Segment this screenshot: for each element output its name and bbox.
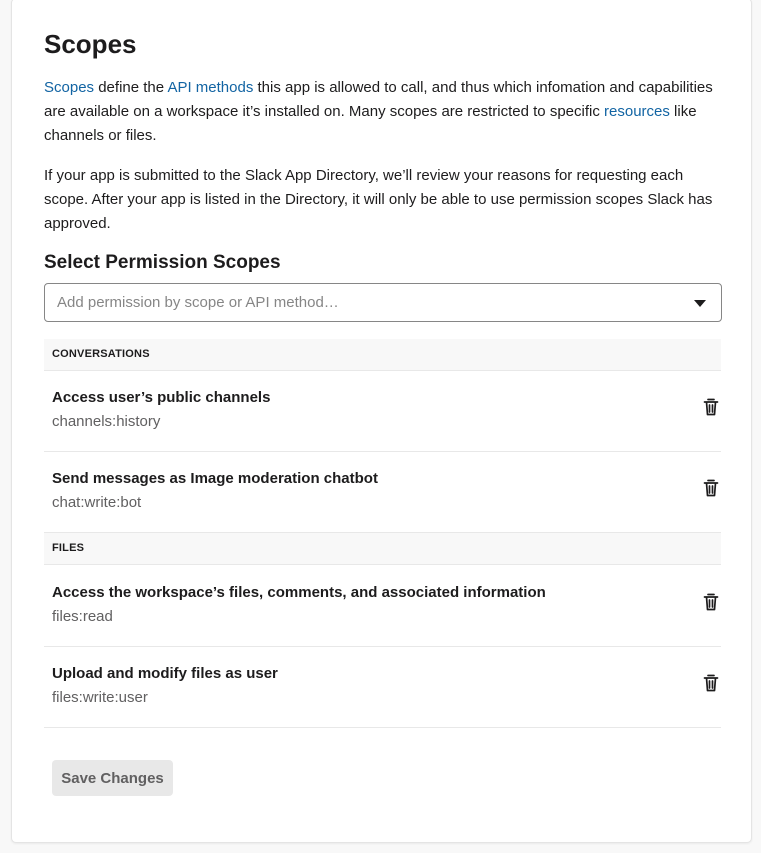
scope-title: Access user’s public channels xyxy=(52,389,271,406)
scope-row: Send messages as Image moderation chatbo… xyxy=(44,452,721,533)
scopes-intro: Scopes define the API methods this app i… xyxy=(44,76,721,148)
scopes-link[interactable]: Scopes xyxy=(44,79,94,96)
permission-scope-select[interactable]: Add permission by scope or API method… xyxy=(44,283,722,322)
scopes-card: Scopes Scopes define the API methods thi… xyxy=(11,0,752,843)
intro-text-1: define the xyxy=(94,79,168,96)
section-title: CONVERSATIONS xyxy=(52,348,150,360)
trash-icon[interactable] xyxy=(701,397,721,417)
page-title: Scopes xyxy=(44,29,137,59)
section-header-files: FILES xyxy=(44,533,721,565)
resources-link[interactable]: resources xyxy=(604,103,670,120)
save-changes-button[interactable]: Save Changes xyxy=(52,760,173,796)
scope-name: files:read xyxy=(52,608,113,625)
scope-name: channels:history xyxy=(52,413,161,430)
scope-name: chat:write:bot xyxy=(52,494,142,511)
trash-icon[interactable] xyxy=(701,673,721,693)
caret-down-icon xyxy=(694,300,706,307)
scope-title: Upload and modify files as user xyxy=(52,665,278,682)
permission-scopes-heading: Select Permission Scopes xyxy=(44,252,281,273)
select-placeholder: Add permission by scope or API method… xyxy=(57,294,339,311)
section-header-conversations: CONVERSATIONS xyxy=(44,339,721,371)
scope-name: files:write:user xyxy=(52,689,148,706)
trash-icon[interactable] xyxy=(701,592,721,612)
scope-row: Upload and modify files as user files:wr… xyxy=(44,647,721,728)
scope-row: Access user’s public channels channels:h… xyxy=(44,371,721,452)
scope-row: Access the workspace’s files, comments, … xyxy=(44,566,721,647)
api-methods-link[interactable]: API methods xyxy=(167,79,253,96)
trash-icon[interactable] xyxy=(701,478,721,498)
review-note: If your app is submitted to the Slack Ap… xyxy=(44,167,713,232)
scope-title: Access the workspace’s files, comments, … xyxy=(52,584,546,601)
scope-title: Send messages as Image moderation chatbo… xyxy=(52,470,378,487)
section-title: FILES xyxy=(52,542,85,554)
